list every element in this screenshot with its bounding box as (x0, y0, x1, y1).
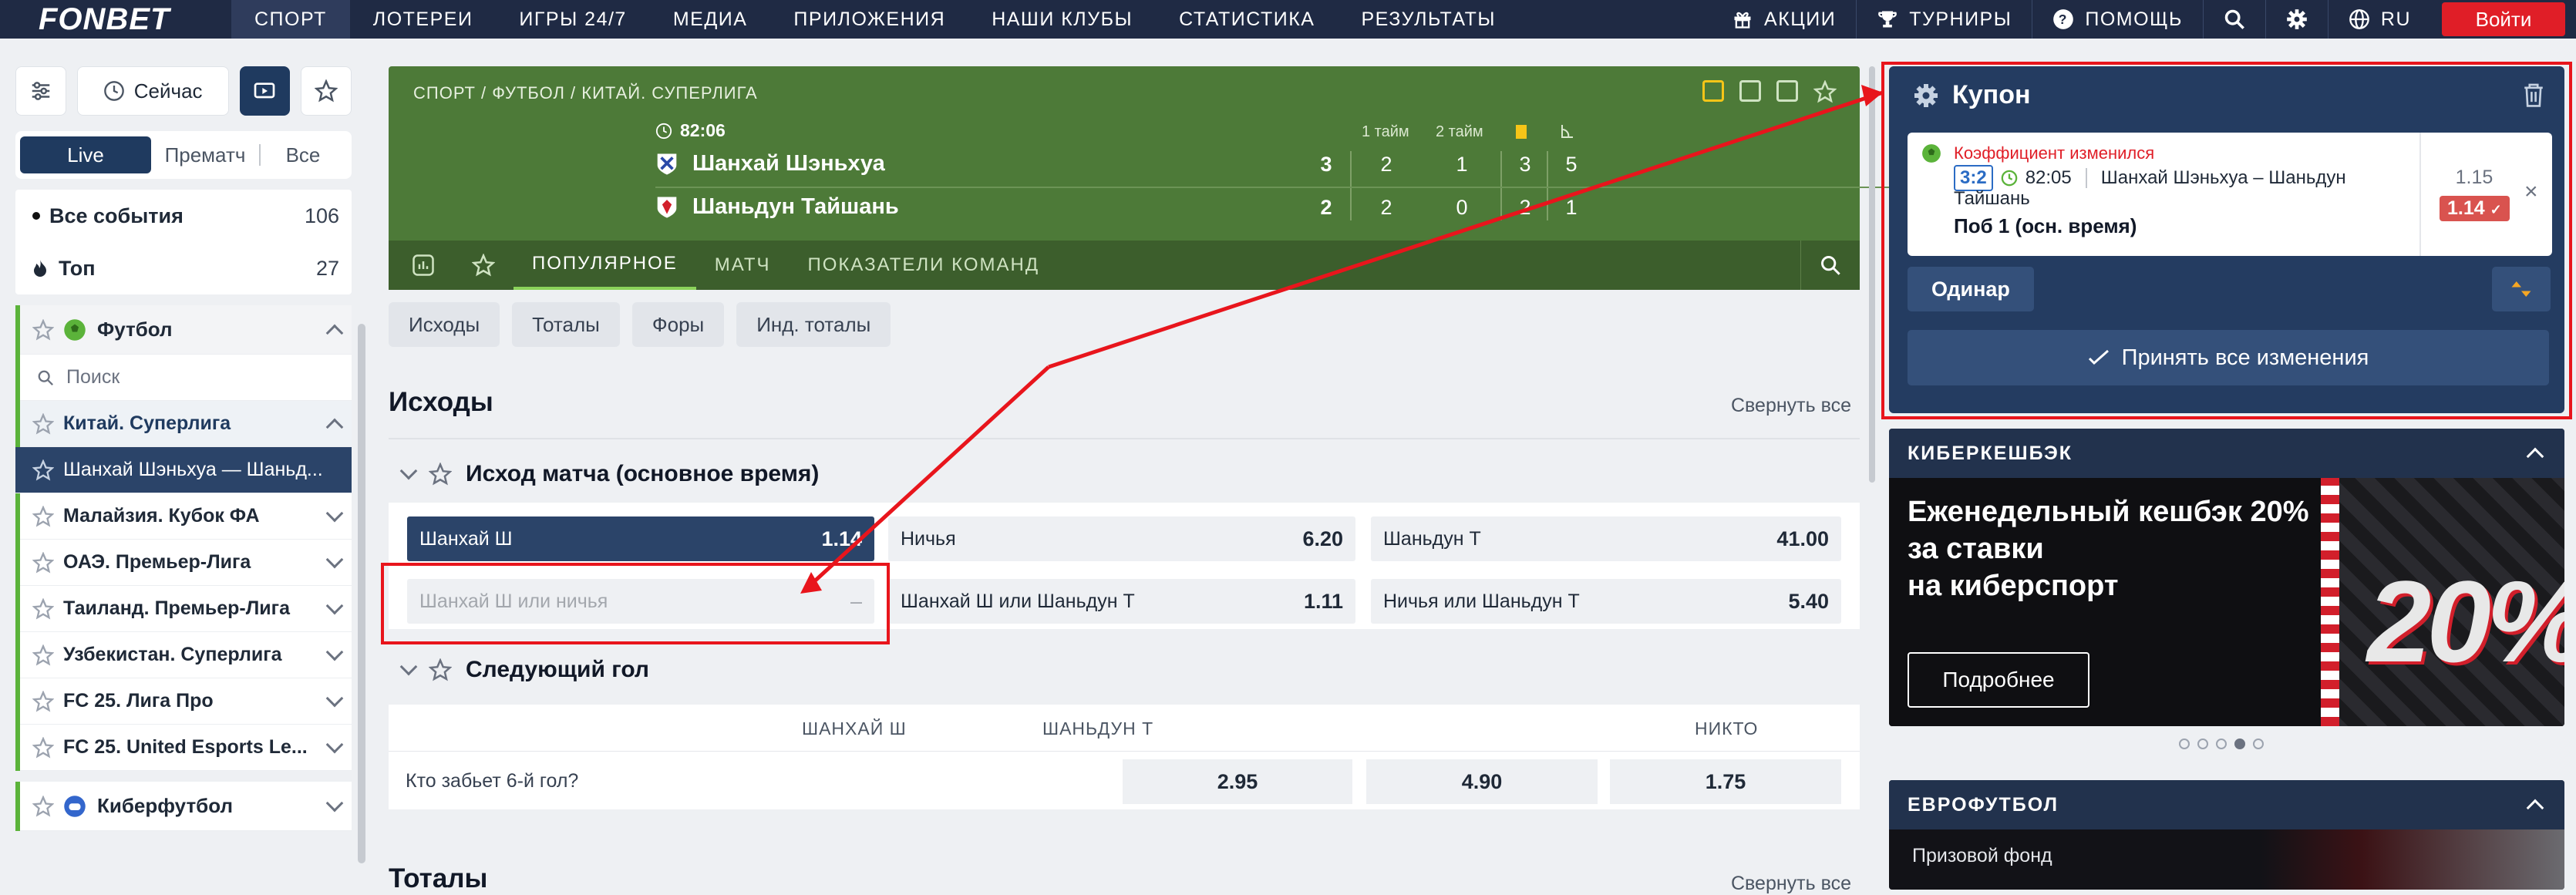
annotation-arrows (800, 85, 1884, 594)
